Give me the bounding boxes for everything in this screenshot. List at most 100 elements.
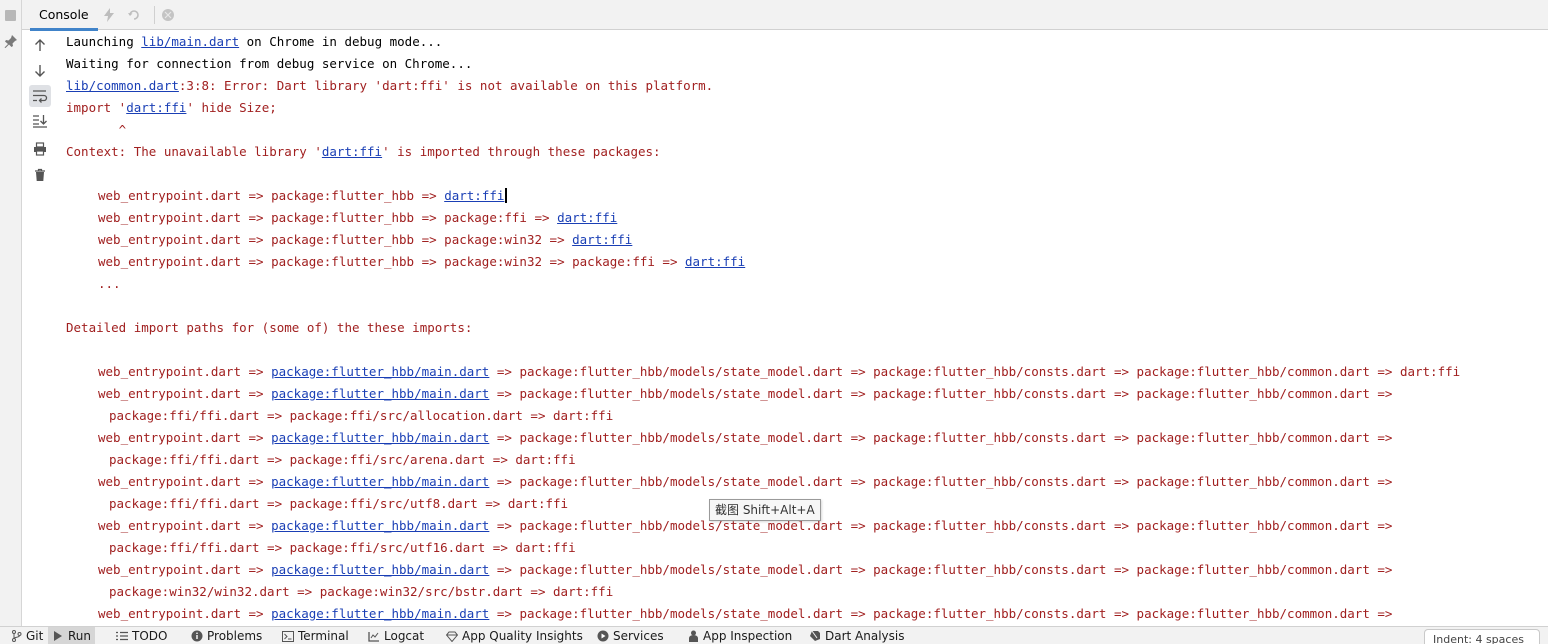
console-link[interactable]: dart:ffi (322, 144, 382, 159)
clear-trash-icon[interactable] (29, 164, 51, 186)
console-link[interactable]: package:flutter_hbb/main.dart (271, 430, 489, 445)
console-link[interactable]: package:flutter_hbb/main.dart (271, 364, 489, 379)
console-text: web_entrypoint.dart => (98, 386, 272, 401)
console-text: ' is imported through these packages: (382, 144, 661, 159)
console-line: package:ffi/ffi.dart => package:ffi/src/… (109, 405, 613, 427)
tool-window-dart-analysis[interactable]: Dart Analysis (805, 627, 909, 644)
console-link[interactable]: package:flutter_hbb/main.dart (271, 474, 489, 489)
console-line: web_entrypoint.dart => package:flutter_h… (98, 471, 1392, 493)
list-icon (116, 630, 128, 642)
console-text: web_entrypoint.dart => (98, 364, 272, 379)
tool-window-run[interactable]: Run (48, 627, 96, 644)
console-text: => package:flutter_hbb/models/state_mode… (489, 430, 1393, 445)
console-link[interactable]: lib/main.dart (141, 34, 239, 49)
console-text: web_entrypoint.dart => (98, 562, 272, 577)
console-line: ... (98, 273, 121, 295)
console-line: package:win32/win32.dart => package:win3… (109, 581, 613, 603)
stop-square-icon[interactable] (5, 10, 16, 21)
scroll-up-icon[interactable] (29, 34, 51, 56)
tool-window-problems[interactable]: Problems (187, 627, 266, 644)
console-link[interactable]: dart:ffi (557, 210, 617, 225)
console-text: => package:flutter_hbb/models/state_mode… (489, 562, 1393, 577)
console-line: package:ffi/ffi.dart => package:ffi/src/… (109, 493, 568, 515)
info-circle-icon (191, 630, 203, 642)
restart-icon[interactable] (125, 6, 143, 24)
console-line: web_entrypoint.dart => package:flutter_h… (98, 559, 1392, 581)
console-link[interactable]: package:flutter_hbb/main.dart (271, 606, 489, 621)
tool-window-label: Dart Analysis (825, 629, 905, 643)
tool-window-git[interactable]: Git (6, 627, 47, 644)
print-icon[interactable] (29, 138, 51, 160)
console-text: package:ffi/ffi.dart => package:ffi/src/… (109, 496, 569, 511)
tool-window-services[interactable]: Services (593, 627, 668, 644)
tool-window-label: Logcat (384, 629, 425, 643)
console-link[interactable]: package:flutter_hbb/main.dart (271, 386, 489, 401)
services-icon (597, 630, 609, 642)
console-line: Detailed import paths for (some of) the … (66, 317, 472, 339)
tool-window-app-inspection[interactable]: App Inspection (683, 627, 796, 644)
console-text: ^ (66, 122, 127, 137)
console-text: web_entrypoint.dart => package:flutter_h… (98, 188, 445, 203)
play-icon (52, 630, 64, 642)
tool-window-logcat[interactable]: Logcat (364, 627, 428, 644)
terminal-icon (282, 630, 294, 642)
console-side-toolbar (27, 30, 53, 626)
tool-window-bar: Indent: 4 spaces Git Run TODO Problems Termi… (0, 626, 1548, 644)
tool-window-label: Services (613, 629, 664, 643)
screenshot-tooltip: 截图 Shift+Alt+A (709, 499, 821, 521)
console-link[interactable]: dart:ffi (685, 254, 745, 269)
inspection-icon (687, 630, 699, 642)
console-line: Launching lib/main.dart on Chrome in deb… (66, 31, 442, 53)
console-line: web_entrypoint.dart => package:flutter_h… (98, 251, 745, 273)
git-branch-icon (10, 630, 22, 642)
logcat-icon (368, 630, 380, 642)
left-gutter (0, 0, 22, 626)
scroll-down-icon[interactable] (29, 60, 51, 82)
console-text: ' hide Size; (186, 100, 277, 115)
console-text: package:ffi/ffi.dart => package:ffi/src/… (109, 540, 576, 555)
console-text: Launching (66, 34, 142, 49)
console-line: web_entrypoint.dart => package:flutter_h… (98, 207, 617, 229)
console-line: web_entrypoint.dart => package:flutter_h… (98, 427, 1392, 449)
tool-window-app-quality-insights[interactable]: App Quality Insights (442, 627, 587, 644)
console-line: web_entrypoint.dart => package:flutter_h… (98, 361, 1460, 383)
dart-icon (809, 630, 821, 642)
console-text: web_entrypoint.dart => package:flutter_h… (98, 232, 573, 247)
console-text: Context: The unavailable library ' (66, 144, 322, 159)
tool-window-label: App Quality Insights (462, 629, 583, 643)
console-tab-bar: Console (22, 0, 1548, 31)
soft-wrap-icon[interactable] (29, 85, 51, 107)
console-line: lib/common.dart:3:8: Error: Dart library… (66, 75, 713, 97)
console-text: => package:flutter_hbb/models/state_mode… (489, 518, 1393, 533)
console-link[interactable]: lib/common.dart (66, 78, 179, 93)
console-text: => package:flutter_hbb/models/state_mode… (489, 386, 1393, 401)
tab-console[interactable]: Console (30, 0, 98, 31)
console-text: package:win32/win32.dart => package:win3… (109, 584, 614, 599)
console-text: web_entrypoint.dart => package:flutter_h… (98, 210, 558, 225)
pin-icon[interactable] (3, 33, 19, 49)
console-link[interactable]: package:flutter_hbb/main.dart (271, 518, 489, 533)
indent-status[interactable]: Indent: 4 spaces (1424, 629, 1540, 644)
console-link[interactable]: dart:ffi (444, 188, 504, 203)
toolbar-separator (154, 6, 155, 24)
console-link[interactable]: dart:ffi (572, 232, 632, 247)
tool-window-todo[interactable]: TODO (112, 627, 171, 644)
diamond-icon (446, 630, 458, 642)
text-cursor (505, 188, 507, 203)
console-line: ^ (66, 119, 127, 141)
console-output[interactable]: Launching lib/main.dart on Chrome in deb… (66, 31, 1548, 626)
scroll-to-end-icon[interactable] (29, 110, 51, 132)
console-link[interactable]: package:flutter_hbb/main.dart (271, 562, 489, 577)
tool-window-terminal[interactable]: Terminal (278, 627, 353, 644)
lightning-icon[interactable] (100, 6, 118, 24)
debug-bug-icon[interactable] (159, 6, 177, 24)
tool-window-label: Git (26, 629, 44, 643)
tool-window-label: App Inspection (703, 629, 793, 643)
console-line: web_entrypoint.dart => package:flutter_h… (98, 185, 507, 207)
console-text: web_entrypoint.dart => (98, 430, 272, 445)
console-line: Context: The unavailable library 'dart:f… (66, 141, 661, 163)
console-text: package:ffi/ffi.dart => package:ffi/src/… (109, 452, 576, 467)
console-text: web_entrypoint.dart => (98, 518, 272, 533)
console-text: web_entrypoint.dart => (98, 606, 272, 621)
console-link[interactable]: dart:ffi (126, 100, 186, 115)
